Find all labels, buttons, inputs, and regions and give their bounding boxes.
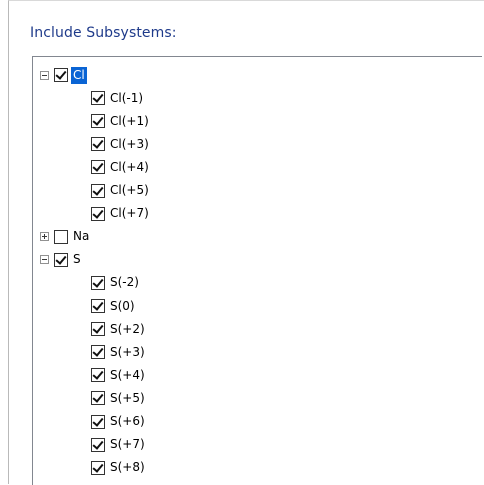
tree-child-item[interactable]: Cl(+5)	[91, 180, 151, 202]
checkbox[interactable]	[91, 91, 105, 106]
checkbox[interactable]	[91, 114, 105, 129]
tree-node[interactable]: Na	[40, 226, 91, 248]
tree-item-label: S(0)	[110, 298, 135, 313]
checkbox[interactable]	[91, 414, 105, 429]
tree-item-label: S	[73, 252, 81, 267]
checkbox[interactable]	[91, 183, 105, 198]
checkbox[interactable]	[91, 437, 105, 452]
tree-node[interactable]: S	[40, 249, 83, 271]
tree-child-item[interactable]: Cl(-1)	[91, 87, 145, 109]
group-title: Include Subsystems:	[30, 25, 177, 41]
tree-item-label: S(+6)	[110, 414, 145, 428]
tree-item-label: Cl(-1)	[110, 90, 144, 105]
tree-item-label: S(+5)	[110, 390, 145, 405]
tree-child-item[interactable]: S(0)	[91, 295, 137, 317]
tree-item-label: Na	[73, 229, 90, 244]
checkbox[interactable]	[91, 368, 105, 383]
tree-item-label: S(+4)	[110, 367, 145, 382]
checkbox[interactable]	[91, 391, 105, 406]
tree-item-label: Cl(+4)	[110, 159, 149, 174]
checkbox[interactable]	[91, 206, 105, 221]
tree-node[interactable]: Cl	[40, 64, 87, 86]
checkbox[interactable]	[91, 137, 105, 152]
checkbox[interactable]	[91, 275, 105, 290]
tree-item-label: S(+2)	[110, 321, 145, 336]
collapse-icon[interactable]	[40, 255, 49, 265]
checkbox[interactable]	[54, 229, 68, 244]
tree-item-label: S(+8)	[110, 460, 145, 475]
tree-item-label: S(-2)	[110, 275, 139, 290]
tree-item-label: S(+3)	[110, 344, 145, 359]
tree-child-item[interactable]: S(+6)	[91, 411, 147, 433]
subsystems-groupbox: Include Subsystems: Cl Cl(-1) Cl(+1) Cl(+3)…	[8, 0, 484, 485]
tree-item-label: Cl(+1)	[110, 113, 149, 128]
expand-icon[interactable]	[40, 232, 49, 242]
tree-child-item[interactable]: S(-2)	[91, 272, 141, 294]
tree-item-label: Cl(+7)	[110, 206, 149, 221]
tree-child-item[interactable]: Cl(+7)	[91, 203, 151, 225]
tree-child-item[interactable]: S(+3)	[91, 341, 147, 363]
tree-child-item[interactable]: Cl(+1)	[91, 110, 151, 132]
tree-item-label: Cl(+3)	[110, 136, 149, 151]
tree-item-label: Cl	[71, 66, 87, 84]
tree-child-item[interactable]: S(+8)	[91, 457, 147, 479]
tree-child-item[interactable]: S(+4)	[91, 364, 147, 386]
collapse-icon[interactable]	[40, 70, 49, 80]
checkbox[interactable]	[91, 160, 105, 175]
checkbox[interactable]	[54, 68, 68, 82]
checkbox[interactable]	[91, 299, 105, 313]
tree-child-item[interactable]: S(+7)	[91, 434, 147, 456]
subsystem-tree[interactable]: Cl Cl(-1) Cl(+1) Cl(+3) Cl(+4) Cl(+5) Cl(+7) Na…	[32, 56, 482, 485]
tree-child-item[interactable]: Cl(+4)	[91, 156, 151, 178]
tree-item-label: Cl(+5)	[110, 183, 149, 197]
tree-child-item[interactable]: S(+2)	[91, 318, 147, 340]
checkbox[interactable]	[91, 345, 105, 360]
tree-child-item[interactable]: S(+5)	[91, 387, 147, 409]
checkbox[interactable]	[54, 252, 68, 267]
tree-child-item[interactable]: Cl(+3)	[91, 133, 151, 155]
checkbox[interactable]	[91, 460, 105, 475]
checkbox[interactable]	[91, 322, 105, 337]
tree-item-label: S(+7)	[110, 437, 145, 452]
